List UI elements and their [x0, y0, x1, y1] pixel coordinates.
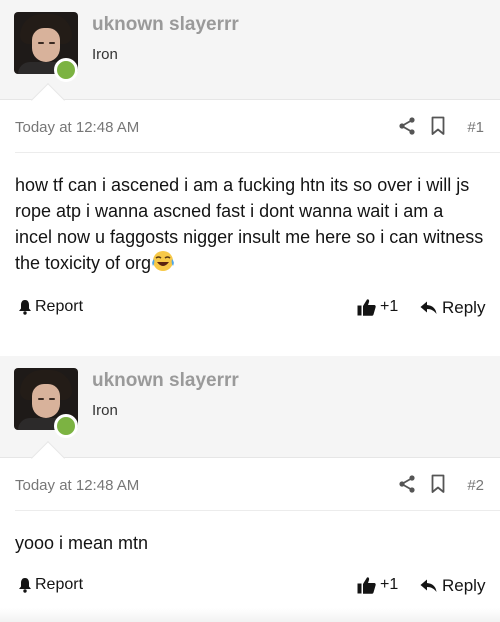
post-meta: Today at 12:48 AM #1 [0, 112, 500, 153]
post-number-link[interactable]: #1 [467, 119, 484, 136]
divider [15, 510, 500, 511]
message-text: yooo i mean mtn [15, 533, 149, 553]
post-actions: Report +1 Reply [0, 576, 500, 600]
post-message: yooo i mean mtn [15, 530, 485, 556]
post: uknown slayerrr Iron Today at 12:48 AM #… [0, 356, 500, 622]
avatar[interactable] [14, 368, 78, 438]
like-count: +1 [380, 298, 399, 315]
avatar[interactable] [14, 12, 78, 82]
online-status-dot [54, 58, 78, 82]
user-header: uknown slayerrr Iron [0, 356, 500, 475]
post-message: how tf can i ascened i am a fucking htn … [15, 172, 485, 276]
report-button[interactable]: Report [18, 298, 83, 316]
user-title: Iron [92, 402, 118, 419]
thumbs-up-icon [357, 577, 376, 594]
user-title: Iron [92, 46, 118, 63]
bookmark-icon[interactable] [431, 116, 445, 136]
thumbs-up-icon [357, 299, 376, 316]
like-button[interactable]: +1 [357, 576, 398, 594]
post-timestamp[interactable]: Today at 12:48 AM [15, 119, 139, 136]
post-timestamp[interactable]: Today at 12:48 AM [15, 477, 139, 494]
username-link[interactable]: uknown slayerrr [92, 14, 239, 36]
like-count: +1 [380, 576, 399, 593]
post: uknown slayerrr Iron Today at 12:48 AM #… [0, 0, 500, 340]
user-header: uknown slayerrr Iron [0, 0, 500, 117]
reply-button[interactable]: Reply [420, 576, 485, 596]
bell-icon [19, 300, 31, 315]
like-button[interactable]: +1 [357, 298, 398, 316]
report-label: Report [35, 576, 84, 593]
post-actions: Report +1 Reply [0, 298, 500, 322]
crying-laughing-emoji-icon [152, 251, 174, 271]
reply-button[interactable]: Reply [420, 298, 485, 318]
page-bottom-edge [0, 608, 500, 622]
reply-label: Reply [442, 576, 486, 595]
post-number-link[interactable]: #2 [467, 477, 484, 494]
bookmark-icon[interactable] [431, 474, 445, 494]
username-link[interactable]: uknown slayerrr [92, 370, 239, 392]
reply-arrow-icon [420, 579, 437, 592]
reply-arrow-icon [420, 301, 437, 314]
share-icon[interactable] [397, 116, 417, 136]
report-label: Report [35, 298, 84, 315]
reply-label: Reply [442, 298, 486, 317]
report-button[interactable]: Report [18, 576, 83, 594]
divider [15, 152, 500, 153]
message-text: how tf can i ascened i am a fucking htn … [15, 175, 484, 273]
share-icon[interactable] [397, 474, 417, 494]
bell-icon [19, 578, 31, 593]
post-meta: Today at 12:48 AM #2 [0, 470, 500, 511]
online-status-dot [54, 414, 78, 438]
